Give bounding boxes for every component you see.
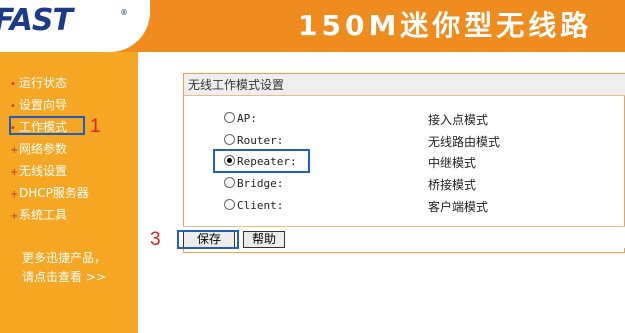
option-ap-desc: 接入点模式	[428, 113, 489, 127]
fast-logo: FAST	[0, 3, 73, 38]
sidebar: • 运行状态 • 设置向导 • 工作模式 +网络参数 +无线设置 +DHCP服务器 +…	[0, 52, 138, 333]
sidebar-item-wizard[interactable]: • 设置向导	[10, 96, 67, 113]
option-repeater-desc: 中继模式	[428, 156, 477, 170]
help-button[interactable]: 帮助	[243, 231, 285, 248]
highlight-box-work-mode	[9, 116, 85, 135]
more-products-link-line2[interactable]: 请点击查看 >>	[22, 268, 106, 285]
option-bridge-desc: 桥接模式	[428, 178, 477, 192]
annotation-1: 1	[90, 116, 101, 137]
option-router-desc: 无线路由模式	[428, 135, 501, 149]
option-ap[interactable]: AP:	[224, 111, 257, 129]
bullet-icon: •	[10, 101, 16, 112]
radio-bridge[interactable]	[224, 177, 235, 188]
header-banner: FAST ® 150M迷你型无线路	[0, 0, 625, 52]
plus-icon: +	[10, 211, 19, 222]
more-products-link[interactable]: 更多迅捷产品，	[22, 249, 106, 266]
option-bridge[interactable]: Bridge:	[224, 176, 283, 194]
banner-title: 150M迷你型无线路	[298, 9, 593, 42]
sidebar-item-wireless[interactable]: +无线设置	[10, 162, 67, 179]
radio-router[interactable]	[224, 134, 235, 145]
sidebar-item-network[interactable]: +网络参数	[10, 140, 67, 157]
option-client[interactable]: Client:	[224, 198, 283, 216]
option-client-desc: 客户端模式	[428, 200, 489, 214]
annotation-3: 3	[150, 229, 161, 250]
registered-mark: ®	[120, 8, 128, 17]
sidebar-item-status[interactable]: • 运行状态	[10, 74, 67, 91]
button-bar: 保存 帮助	[183, 226, 625, 248]
sidebar-item-dhcp[interactable]: +DHCP服务器	[10, 184, 89, 201]
radio-ap[interactable]	[224, 112, 235, 123]
plus-icon: +	[10, 167, 19, 178]
plus-icon: +	[10, 145, 19, 156]
highlight-box-repeater	[213, 149, 310, 173]
panel-title: 无线工作模式设置	[184, 74, 625, 96]
radio-client[interactable]	[224, 199, 235, 210]
highlight-box-save	[177, 230, 239, 249]
bullet-icon: •	[10, 79, 16, 90]
logo-area: FAST ®	[0, 0, 150, 52]
plus-icon: +	[10, 189, 19, 200]
sidebar-item-tools[interactable]: +系统工具	[10, 206, 67, 223]
